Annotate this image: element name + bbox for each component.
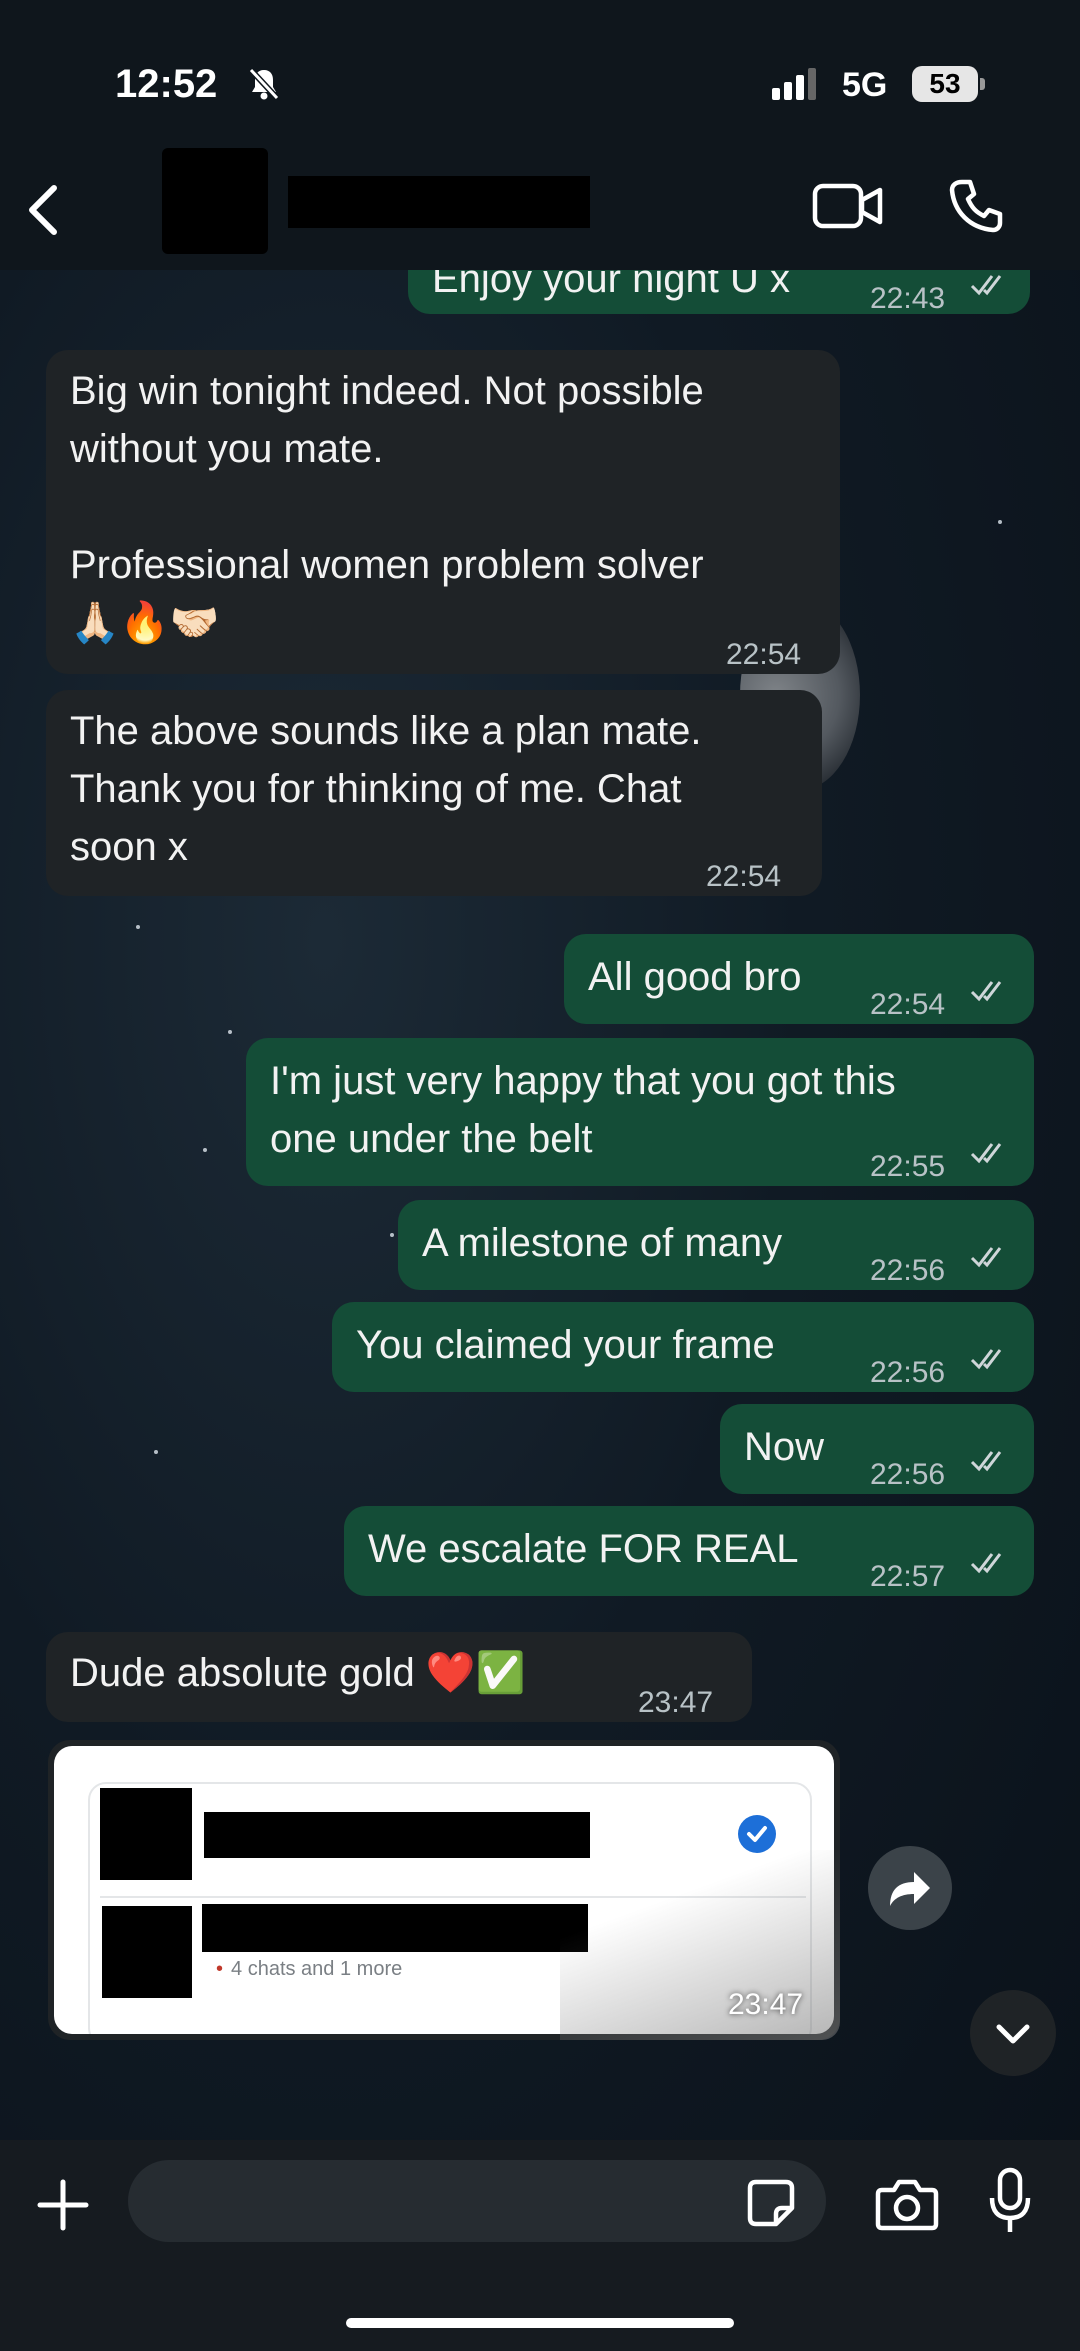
- signal-icon: [772, 66, 824, 102]
- message-text: The above sounds like a plan mate. Thank…: [70, 709, 702, 869]
- message-time: 22:54: [726, 638, 802, 671]
- message-text: Big win tonight indeed. Not possible wit…: [70, 369, 704, 645]
- message-bubble-out[interactable]: You claimed your frame 22:56: [332, 1302, 1034, 1392]
- back-icon[interactable]: [20, 180, 70, 240]
- double-check-icon: [970, 272, 1010, 298]
- message-bubble-out[interactable]: Now 22:56: [720, 1404, 1034, 1494]
- redacted-text: [202, 1904, 588, 1952]
- message-bubble-in[interactable]: Big win tonight indeed. Not possible wit…: [46, 350, 840, 674]
- sticker-icon[interactable]: [746, 2178, 796, 2228]
- message-bubble-out[interactable]: We escalate FOR REAL 22:57: [344, 1506, 1034, 1596]
- double-check-icon: [970, 1244, 1010, 1270]
- message-time: 22:54: [706, 860, 782, 893]
- redacted-avatar: [100, 1788, 192, 1880]
- mic-icon[interactable]: [988, 2166, 1032, 2236]
- avatar[interactable]: [162, 148, 268, 254]
- message-text: Dude absolute gold ❤️✅: [70, 1651, 526, 1695]
- contact-name[interactable]: [288, 176, 590, 228]
- star: [154, 1450, 158, 1454]
- message-time: 23:47: [728, 1988, 804, 2021]
- redacted-text: [204, 1812, 590, 1858]
- message-time: 22:56: [870, 1254, 946, 1287]
- card-meta-text: 4 chats and 1 more: [231, 1958, 403, 1980]
- message-bubble-in[interactable]: The above sounds like a plan mate. Thank…: [46, 690, 822, 896]
- star: [998, 520, 1002, 524]
- double-check-icon: [970, 1550, 1010, 1576]
- message-text: I'm just very happy that you got this on…: [270, 1059, 896, 1161]
- star: [390, 1233, 394, 1237]
- chat-header-overlay: [0, 140, 1080, 270]
- message-text: Now: [744, 1425, 825, 1469]
- status-time: 12:52: [115, 62, 218, 106]
- star: [203, 1148, 207, 1152]
- message-bubble-out[interactable]: I'm just very happy that you got this on…: [246, 1038, 1034, 1186]
- star: [136, 925, 140, 929]
- double-check-icon: [970, 1140, 1010, 1166]
- message-bubble-in[interactable]: Dude absolute gold ❤️✅ 23:47: [46, 1632, 752, 1722]
- redacted-avatar: [102, 1906, 192, 1998]
- home-indicator: [346, 2318, 734, 2328]
- message-bubble-out[interactable]: All good bro 22:54: [564, 934, 1034, 1024]
- message-text: You claimed your frame: [356, 1323, 775, 1367]
- message-time: 22:43: [870, 282, 946, 315]
- forward-icon[interactable]: [868, 1846, 952, 1930]
- status-bar: 12:52 5G 53: [0, 0, 1080, 140]
- video-call-icon[interactable]: [812, 180, 884, 232]
- verified-icon: [738, 1815, 776, 1853]
- message-time: 22:56: [870, 1356, 946, 1389]
- chevron-down-icon[interactable]: [970, 1990, 1056, 2076]
- message-time: 23:47: [638, 1686, 714, 1719]
- message-time: 22:55: [870, 1150, 946, 1183]
- phone-icon[interactable]: [948, 178, 1004, 234]
- card-meta: • 4 chats and 1 more: [216, 1958, 403, 1980]
- message-bubble-out[interactable]: A milestone of many 22:56: [398, 1200, 1034, 1290]
- battery-indicator: 53: [912, 66, 985, 102]
- message-text: A milestone of many: [422, 1221, 783, 1265]
- message-text: We escalate FOR REAL: [368, 1527, 799, 1571]
- double-check-icon: [970, 1448, 1010, 1474]
- camera-icon[interactable]: [874, 2176, 940, 2232]
- message-time: 22:56: [870, 1458, 946, 1491]
- bell-slash-icon: [246, 66, 282, 102]
- star: [228, 1030, 232, 1034]
- double-check-icon: [970, 978, 1010, 1004]
- message-input[interactable]: [128, 2160, 826, 2242]
- double-check-icon: [970, 1346, 1010, 1372]
- message-text: All good bro: [588, 955, 802, 999]
- message-time: 22:57: [870, 1560, 946, 1593]
- plus-icon[interactable]: [34, 2176, 92, 2234]
- message-time: 22:54: [870, 988, 946, 1021]
- network-type: 5G: [842, 66, 888, 104]
